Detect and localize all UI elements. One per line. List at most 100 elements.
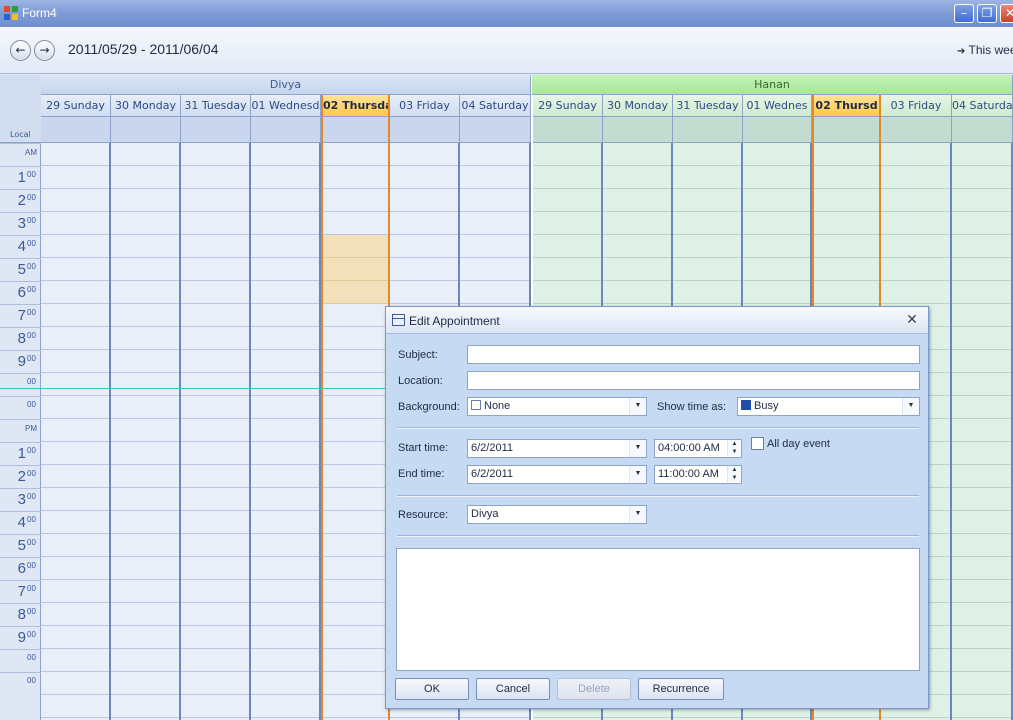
background-dropdown[interactable]: None ▼ bbox=[467, 397, 647, 416]
maximize-button[interactable]: ❐ bbox=[977, 4, 997, 23]
description-textarea[interactable] bbox=[396, 548, 920, 671]
this-week-label: This week bbox=[968, 43, 1013, 57]
all-day-slot[interactable] bbox=[181, 117, 251, 143]
hour-number: 2 bbox=[17, 468, 26, 485]
spin-up-icon[interactable]: ▲ bbox=[727, 440, 741, 448]
day-header-divya-1[interactable]: 30 Monday bbox=[111, 95, 181, 117]
minutes-label: 00 bbox=[27, 469, 36, 478]
all-day-slot[interactable] bbox=[673, 117, 743, 143]
day-header-divya-2[interactable]: 31 Tuesday bbox=[181, 95, 251, 117]
all-day-slot[interactable] bbox=[321, 117, 390, 143]
all-day-slot[interactable] bbox=[251, 117, 321, 143]
day-header-hanan-5[interactable]: 03 Friday bbox=[881, 95, 952, 117]
start-date-value: 6/2/2011 bbox=[471, 442, 514, 454]
all-day-slot[interactable] bbox=[812, 117, 881, 143]
day-column[interactable] bbox=[41, 143, 111, 720]
chevron-down-icon[interactable]: ▼ bbox=[629, 466, 646, 483]
time-slot-label: 2 00 bbox=[0, 189, 41, 212]
all-day-slot[interactable] bbox=[533, 117, 603, 143]
minutes-label: 00 bbox=[27, 400, 36, 409]
this-week-link[interactable]: ➔ This week bbox=[957, 43, 1013, 57]
end-time-spinner[interactable]: 11:00:00 AM ▲ ▼ bbox=[654, 465, 742, 484]
all-day-slot[interactable] bbox=[881, 117, 952, 143]
all-day-slot[interactable] bbox=[41, 117, 111, 143]
spin-down-icon[interactable]: ▼ bbox=[727, 474, 741, 482]
time-slot-label: 3 00 bbox=[0, 488, 41, 511]
close-window-button[interactable]: ✕ bbox=[1000, 4, 1013, 23]
all-day-event-checkbox[interactable] bbox=[751, 437, 764, 450]
background-value: None bbox=[484, 400, 511, 412]
all-day-slot[interactable] bbox=[460, 117, 531, 143]
resource-value: Divya bbox=[471, 508, 499, 520]
all-day-slot[interactable] bbox=[743, 117, 812, 143]
selected-time-range[interactable] bbox=[323, 235, 388, 304]
day-column[interactable] bbox=[181, 143, 251, 720]
day-header-divya-0[interactable]: 29 Sunday bbox=[41, 95, 111, 117]
chevron-down-icon[interactable]: ▼ bbox=[902, 398, 919, 415]
hour-number: 2 bbox=[17, 192, 26, 209]
end-date-picker[interactable]: 6/2/2011 ▼ bbox=[467, 465, 647, 484]
minutes-label: 00 bbox=[27, 584, 36, 593]
chevron-down-icon[interactable]: ▼ bbox=[629, 440, 646, 457]
location-input[interactable] bbox=[467, 371, 920, 390]
resource-dropdown[interactable]: Divya ▼ bbox=[467, 505, 647, 524]
start-time-spinner[interactable]: 04:00:00 AM ▲ ▼ bbox=[654, 439, 742, 458]
all-day-event-label[interactable]: All day event bbox=[767, 438, 830, 450]
day-header-hanan-3[interactable]: 01 Wednes bbox=[743, 95, 812, 117]
all-day-slot[interactable] bbox=[111, 117, 181, 143]
day-column[interactable] bbox=[321, 143, 390, 720]
day-header-hanan-4[interactable]: 02 Thursd bbox=[812, 95, 881, 117]
time-slot-label: 2 00 bbox=[0, 465, 41, 488]
hour-number: 3 bbox=[17, 491, 26, 508]
day-header-divya-5[interactable]: 03 Friday bbox=[390, 95, 460, 117]
time-ruler: Local AM 1 00 2 00 3 00 4 00 5 00 6 00 7 00 8 00 9 00 00 00 P… bbox=[0, 75, 41, 720]
background-label: Background: bbox=[398, 401, 460, 413]
day-column[interactable] bbox=[251, 143, 321, 720]
time-slot-label: 6 00 bbox=[0, 557, 41, 580]
all-day-slot[interactable] bbox=[952, 117, 1013, 143]
day-header-divya-6[interactable]: 04 Saturday bbox=[460, 95, 531, 117]
chevron-down-icon[interactable]: ▼ bbox=[629, 506, 646, 523]
hour-number: 5 bbox=[17, 537, 26, 554]
minutes-label: 00 bbox=[27, 262, 36, 271]
day-header-divya-3[interactable]: 01 Wednesd bbox=[251, 95, 321, 117]
start-date-picker[interactable]: 6/2/2011 ▼ bbox=[467, 439, 647, 458]
delete-button[interactable]: Delete bbox=[557, 678, 631, 700]
ok-button[interactable]: OK bbox=[395, 678, 469, 700]
day-column[interactable] bbox=[111, 143, 181, 720]
day-header-hanan-2[interactable]: 31 Tuesday bbox=[673, 95, 743, 117]
subject-input[interactable] bbox=[467, 345, 920, 364]
time-slot-label: 7 00 bbox=[0, 304, 41, 327]
time-slot-label: 8 00 bbox=[0, 327, 41, 350]
spin-up-icon[interactable]: ▲ bbox=[727, 466, 741, 474]
day-header-hanan-1[interactable]: 30 Monday bbox=[603, 95, 673, 117]
previous-week-button[interactable]: ← bbox=[10, 40, 31, 61]
end-time-label: End time: bbox=[398, 468, 445, 480]
hour-number: 3 bbox=[17, 215, 26, 232]
all-day-slot[interactable] bbox=[390, 117, 460, 143]
time-slot-label: 5 00 bbox=[0, 534, 41, 557]
day-header-hanan-0[interactable]: 29 Sunday bbox=[533, 95, 603, 117]
cancel-button[interactable]: Cancel bbox=[476, 678, 550, 700]
ampm-label: PM bbox=[25, 424, 37, 433]
busy-color-swatch-icon bbox=[741, 400, 751, 410]
next-week-button[interactable]: → bbox=[34, 40, 55, 61]
minutes-label: 00 bbox=[27, 216, 36, 225]
show-time-as-dropdown[interactable]: Busy ▼ bbox=[737, 397, 920, 416]
day-header-divya-4[interactable]: 02 Thursda bbox=[321, 95, 390, 117]
hour-number: 1 bbox=[17, 445, 26, 462]
minutes-label: 00 bbox=[27, 561, 36, 570]
day-column[interactable] bbox=[952, 143, 1013, 720]
spin-down-icon[interactable]: ▼ bbox=[727, 448, 741, 456]
show-time-as-value: Busy bbox=[754, 400, 779, 412]
minutes-label: 00 bbox=[27, 285, 36, 294]
all-day-slot[interactable] bbox=[603, 117, 673, 143]
recurrence-button[interactable]: Recurrence bbox=[638, 678, 724, 700]
subject-label: Subject: bbox=[398, 349, 438, 361]
dialog-close-icon[interactable]: ✕ bbox=[905, 311, 919, 328]
time-slot-label: 00 bbox=[0, 373, 41, 396]
time-slot-label: 8 00 bbox=[0, 603, 41, 626]
chevron-down-icon[interactable]: ▼ bbox=[629, 398, 646, 415]
day-header-hanan-6[interactable]: 04 Saturday bbox=[952, 95, 1013, 117]
minimize-button[interactable]: – bbox=[954, 4, 974, 23]
